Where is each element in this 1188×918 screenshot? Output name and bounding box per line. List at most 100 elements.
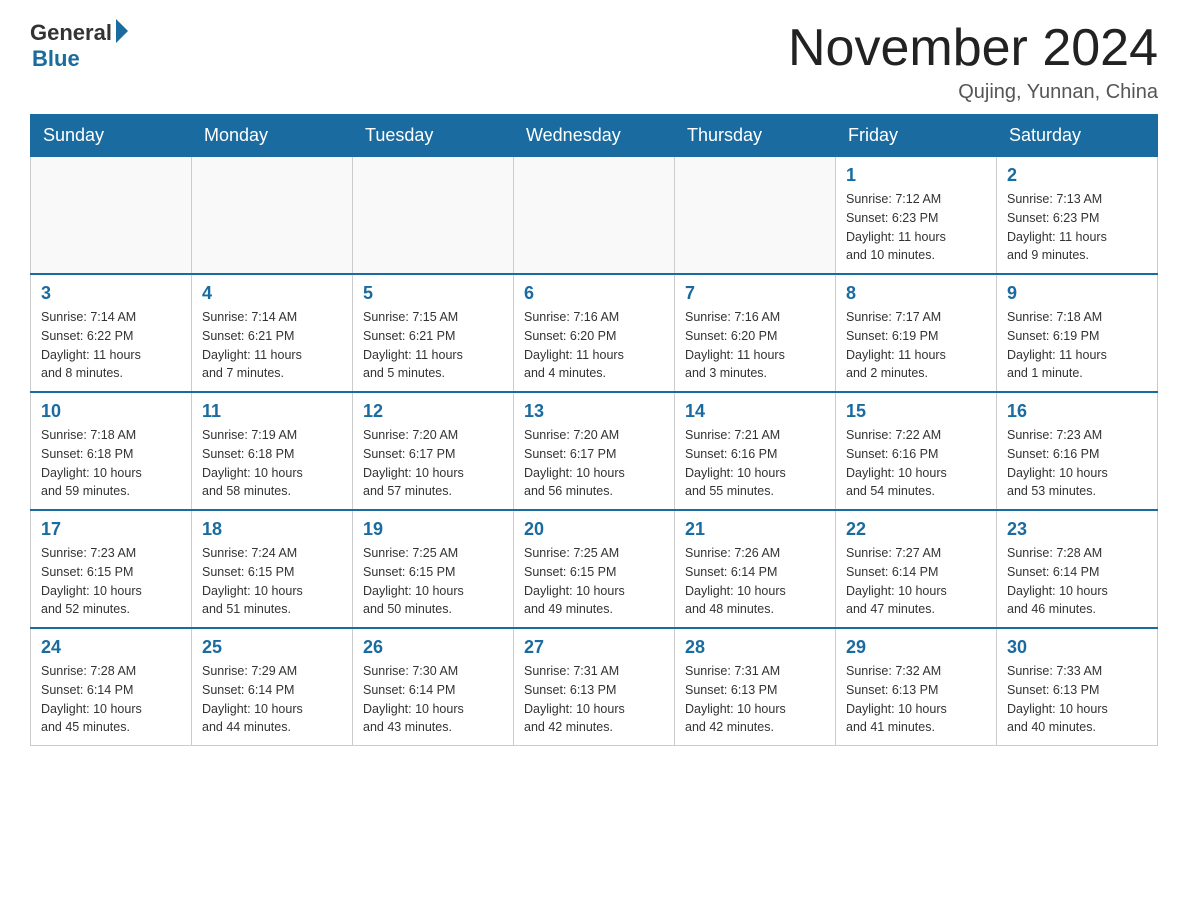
day-info: Sunrise: 7:29 AMSunset: 6:14 PMDaylight:… (202, 662, 342, 737)
day-info: Sunrise: 7:14 AMSunset: 6:21 PMDaylight:… (202, 308, 342, 383)
calendar-cell: 7 Sunrise: 7:16 AMSunset: 6:20 PMDaylight… (675, 274, 836, 392)
day-number: 27 (524, 637, 664, 658)
calendar-cell: 29 Sunrise: 7:32 AMSunset: 6:13 PMDayligh… (836, 628, 997, 746)
day-info: Sunrise: 7:31 AMSunset: 6:13 PMDaylight:… (685, 662, 825, 737)
calendar-cell: 20 Sunrise: 7:25 AMSunset: 6:15 PMDayligh… (514, 510, 675, 628)
day-number: 20 (524, 519, 664, 540)
day-number: 19 (363, 519, 503, 540)
logo: General Blue (30, 20, 128, 72)
day-info: Sunrise: 7:18 AMSunset: 6:19 PMDaylight:… (1007, 308, 1147, 383)
day-number: 15 (846, 401, 986, 422)
calendar-cell (514, 157, 675, 275)
day-info: Sunrise: 7:12 AMSunset: 6:23 PMDaylight:… (846, 190, 986, 265)
day-info: Sunrise: 7:32 AMSunset: 6:13 PMDaylight:… (846, 662, 986, 737)
day-number: 22 (846, 519, 986, 540)
logo-general-text: General (30, 20, 112, 46)
calendar-cell: 14Sunrise: 7:21 AMSunset: 6:16 PMDayligh… (675, 392, 836, 510)
calendar-cell: 3 Sunrise: 7:14 AMSunset: 6:22 PMDaylight… (31, 274, 192, 392)
day-number: 2 (1007, 165, 1147, 186)
day-of-week-header: Wednesday (514, 115, 675, 157)
month-year-title: November 2024 (788, 20, 1158, 77)
day-number: 30 (1007, 637, 1147, 658)
day-number: 13 (524, 401, 664, 422)
calendar-cell: 24 Sunrise: 7:28 AMSunset: 6:14 PMDayligh… (31, 628, 192, 746)
day-info: Sunrise: 7:17 AMSunset: 6:19 PMDaylight:… (846, 308, 986, 383)
day-info: Sunrise: 7:13 AMSunset: 6:23 PMDaylight:… (1007, 190, 1147, 265)
day-number: 18 (202, 519, 342, 540)
day-number: 7 (685, 283, 825, 304)
day-info: Sunrise: 7:30 AMSunset: 6:14 PMDaylight:… (363, 662, 503, 737)
calendar-week-row: 10 Sunrise: 7:18 AMSunset: 6:18 PMDayligh… (31, 392, 1158, 510)
calendar-cell (31, 157, 192, 275)
calendar-cell: 15 Sunrise: 7:22 AMSunset: 6:16 PMDayligh… (836, 392, 997, 510)
calendar-cell: 10 Sunrise: 7:18 AMSunset: 6:18 PMDayligh… (31, 392, 192, 510)
calendar-cell: 23Sunrise: 7:28 AMSunset: 6:14 PMDayligh… (997, 510, 1158, 628)
calendar-week-row: 1Sunrise: 7:12 AMSunset: 6:23 PMDaylight… (31, 157, 1158, 275)
day-number: 3 (41, 283, 181, 304)
calendar-table: SundayMondayTuesdayWednesdayThursdayFrid… (30, 114, 1158, 746)
day-number: 24 (41, 637, 181, 658)
day-number: 25 (202, 637, 342, 658)
day-info: Sunrise: 7:23 AMSunset: 6:15 PMDaylight:… (41, 544, 181, 619)
logo-blue-text: Blue (32, 46, 80, 72)
calendar-cell: 17 Sunrise: 7:23 AMSunset: 6:15 PMDayligh… (31, 510, 192, 628)
day-number: 29 (846, 637, 986, 658)
calendar-cell: 22 Sunrise: 7:27 AMSunset: 6:14 PMDayligh… (836, 510, 997, 628)
calendar-cell: 4 Sunrise: 7:14 AMSunset: 6:21 PMDaylight… (192, 274, 353, 392)
day-info: Sunrise: 7:22 AMSunset: 6:16 PMDaylight:… (846, 426, 986, 501)
location-subtitle: Qujing, Yunnan, China (788, 81, 1158, 104)
day-info: Sunrise: 7:24 AMSunset: 6:15 PMDaylight:… (202, 544, 342, 619)
day-info: Sunrise: 7:21 AMSunset: 6:16 PMDaylight:… (685, 426, 825, 501)
day-of-week-header: Sunday (31, 115, 192, 157)
calendar-cell: 16Sunrise: 7:23 AMSunset: 6:16 PMDayligh… (997, 392, 1158, 510)
day-info: Sunrise: 7:26 AMSunset: 6:14 PMDaylight:… (685, 544, 825, 619)
calendar-cell: 18 Sunrise: 7:24 AMSunset: 6:15 PMDayligh… (192, 510, 353, 628)
calendar-header-row: SundayMondayTuesdayWednesdayThursdayFrid… (31, 115, 1158, 157)
day-number: 8 (846, 283, 986, 304)
calendar-cell: 27 Sunrise: 7:31 AMSunset: 6:13 PMDayligh… (514, 628, 675, 746)
calendar-cell: 9 Sunrise: 7:18 AMSunset: 6:19 PMDaylight… (997, 274, 1158, 392)
day-info: Sunrise: 7:25 AMSunset: 6:15 PMDaylight:… (524, 544, 664, 619)
day-info: Sunrise: 7:19 AMSunset: 6:18 PMDaylight:… (202, 426, 342, 501)
day-info: Sunrise: 7:20 AMSunset: 6:17 PMDaylight:… (524, 426, 664, 501)
day-info: Sunrise: 7:20 AMSunset: 6:17 PMDaylight:… (363, 426, 503, 501)
calendar-cell (192, 157, 353, 275)
calendar-week-row: 17 Sunrise: 7:23 AMSunset: 6:15 PMDayligh… (31, 510, 1158, 628)
calendar-cell: 19Sunrise: 7:25 AMSunset: 6:15 PMDayligh… (353, 510, 514, 628)
title-block: November 2024 Qujing, Yunnan, China (788, 20, 1158, 104)
day-info: Sunrise: 7:33 AMSunset: 6:13 PMDaylight:… (1007, 662, 1147, 737)
day-number: 12 (363, 401, 503, 422)
calendar-cell (353, 157, 514, 275)
day-info: Sunrise: 7:14 AMSunset: 6:22 PMDaylight:… (41, 308, 181, 383)
logo-text: General (30, 20, 128, 46)
day-number: 26 (363, 637, 503, 658)
day-info: Sunrise: 7:31 AMSunset: 6:13 PMDaylight:… (524, 662, 664, 737)
calendar-cell: 28 Sunrise: 7:31 AMSunset: 6:13 PMDayligh… (675, 628, 836, 746)
page-header: General Blue November 2024 Qujing, Yunna… (30, 20, 1158, 104)
day-number: 4 (202, 283, 342, 304)
day-of-week-header: Friday (836, 115, 997, 157)
calendar-cell: 6Sunrise: 7:16 AMSunset: 6:20 PMDaylight… (514, 274, 675, 392)
calendar-week-row: 24 Sunrise: 7:28 AMSunset: 6:14 PMDayligh… (31, 628, 1158, 746)
day-info: Sunrise: 7:28 AMSunset: 6:14 PMDaylight:… (1007, 544, 1147, 619)
day-info: Sunrise: 7:27 AMSunset: 6:14 PMDaylight:… (846, 544, 986, 619)
day-of-week-header: Thursday (675, 115, 836, 157)
calendar-cell: 1Sunrise: 7:12 AMSunset: 6:23 PMDaylight… (836, 157, 997, 275)
day-number: 10 (41, 401, 181, 422)
day-info: Sunrise: 7:18 AMSunset: 6:18 PMDaylight:… (41, 426, 181, 501)
day-of-week-header: Monday (192, 115, 353, 157)
calendar-cell: 21 Sunrise: 7:26 AMSunset: 6:14 PMDayligh… (675, 510, 836, 628)
day-info: Sunrise: 7:16 AMSunset: 6:20 PMDaylight:… (685, 308, 825, 383)
day-number: 9 (1007, 283, 1147, 304)
calendar-cell: 8 Sunrise: 7:17 AMSunset: 6:19 PMDaylight… (836, 274, 997, 392)
day-number: 17 (41, 519, 181, 540)
day-of-week-header: Tuesday (353, 115, 514, 157)
day-number: 5 (363, 283, 503, 304)
calendar-cell (675, 157, 836, 275)
calendar-cell: 30 Sunrise: 7:33 AMSunset: 6:13 PMDayligh… (997, 628, 1158, 746)
day-number: 28 (685, 637, 825, 658)
calendar-cell: 2 Sunrise: 7:13 AMSunset: 6:23 PMDaylight… (997, 157, 1158, 275)
day-number: 21 (685, 519, 825, 540)
day-info: Sunrise: 7:28 AMSunset: 6:14 PMDaylight:… (41, 662, 181, 737)
day-of-week-header: Saturday (997, 115, 1158, 157)
